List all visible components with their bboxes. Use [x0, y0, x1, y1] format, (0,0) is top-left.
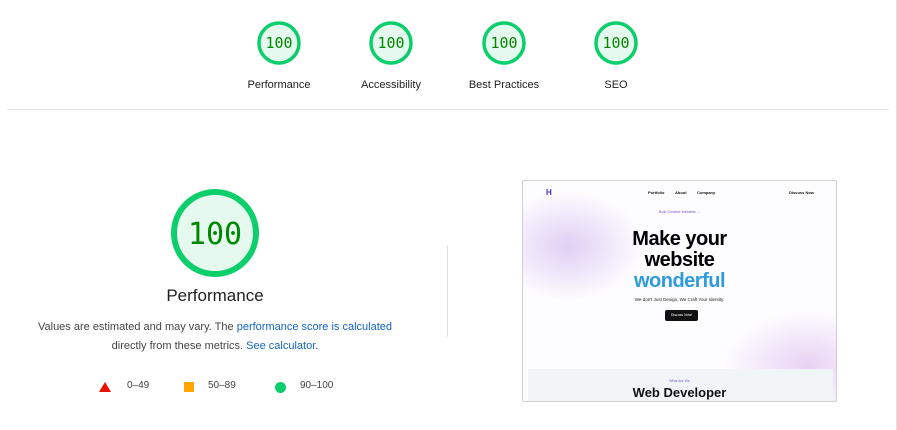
- gauge-score: 100: [265, 34, 292, 52]
- site-section-kicker: What Are We: [669, 379, 690, 383]
- see-calculator-link[interactable]: See calculator: [246, 340, 315, 352]
- site-nav-item: Company: [697, 190, 716, 195]
- site-headline: Make your: [632, 228, 727, 250]
- triangle-icon: [99, 382, 111, 392]
- header-divider: [7, 109, 889, 110]
- site-pill: Build Creative Websites →: [658, 210, 701, 214]
- site-nav-item: About: [675, 190, 687, 195]
- gauge-label: SEO: [604, 79, 628, 91]
- performance-description: Values are estimated and may vary. The p…: [20, 318, 410, 356]
- score-calculated-link[interactable]: performance score is calculated: [237, 321, 392, 333]
- performance-title: Performance: [166, 286, 264, 305]
- gauge-score: 100: [602, 34, 629, 52]
- vertical-separator: [447, 245, 448, 337]
- gauge-label: Performance: [247, 79, 311, 91]
- gauge-accessibility[interactable]: 100 Accessibility: [331, 20, 451, 91]
- score-ring-icon: 100: [369, 21, 413, 65]
- score-ring-icon: 100: [257, 21, 301, 65]
- gauge-seo[interactable]: 100 SEO: [556, 20, 676, 91]
- report-panel: 100 Performance 100 Accessibility 100 Be…: [0, 0, 897, 430]
- score-ring-icon: 100: [594, 21, 638, 65]
- score-ring-icon: 100: [482, 21, 526, 65]
- gauge-label: Accessibility: [361, 79, 421, 91]
- circle-icon: [275, 382, 286, 393]
- legend-fail-range: 0–49: [127, 380, 150, 391]
- gauge-best-practices[interactable]: 100 Best Practices: [444, 20, 564, 91]
- gauge-performance[interactable]: 100 Performance: [219, 20, 339, 91]
- site-subline: We don't Just Design, We Craft Your Iden…: [634, 297, 725, 302]
- site-cta-button: Discuss Now!: [665, 310, 698, 321]
- site-nav-item: Portfolio: [648, 190, 665, 195]
- square-icon: [184, 382, 194, 392]
- site-nav-cta: Discuss Now: [789, 190, 814, 195]
- desc-text: directly from these metrics.: [111, 340, 247, 352]
- desc-text: Values are estimated and may vary. The: [37, 321, 237, 333]
- legend-average-range: 50–89: [208, 380, 236, 391]
- performance-summary: 100 Performance Values are estimated and…: [20, 188, 410, 356]
- gauge-score: 100: [377, 34, 404, 52]
- site-section-title: Web Developer: [632, 385, 727, 400]
- site-headline-accent: wonderful: [633, 270, 726, 292]
- site-headline: website: [644, 249, 715, 271]
- site-logo: H: [546, 188, 552, 197]
- final-screenshot: H Portfolio About Company Discuss Now Bu…: [522, 180, 837, 402]
- desc-text: .: [315, 340, 319, 352]
- legend-pass-range: 90–100: [300, 380, 334, 391]
- category-gauges: 100 Performance 100 Accessibility 100 Be…: [0, 0, 897, 110]
- performance-score: 100: [188, 217, 242, 252]
- performance-score-ring-icon: 100: [171, 189, 259, 277]
- gauge-label: Best Practices: [468, 79, 540, 91]
- gauge-score: 100: [490, 34, 517, 52]
